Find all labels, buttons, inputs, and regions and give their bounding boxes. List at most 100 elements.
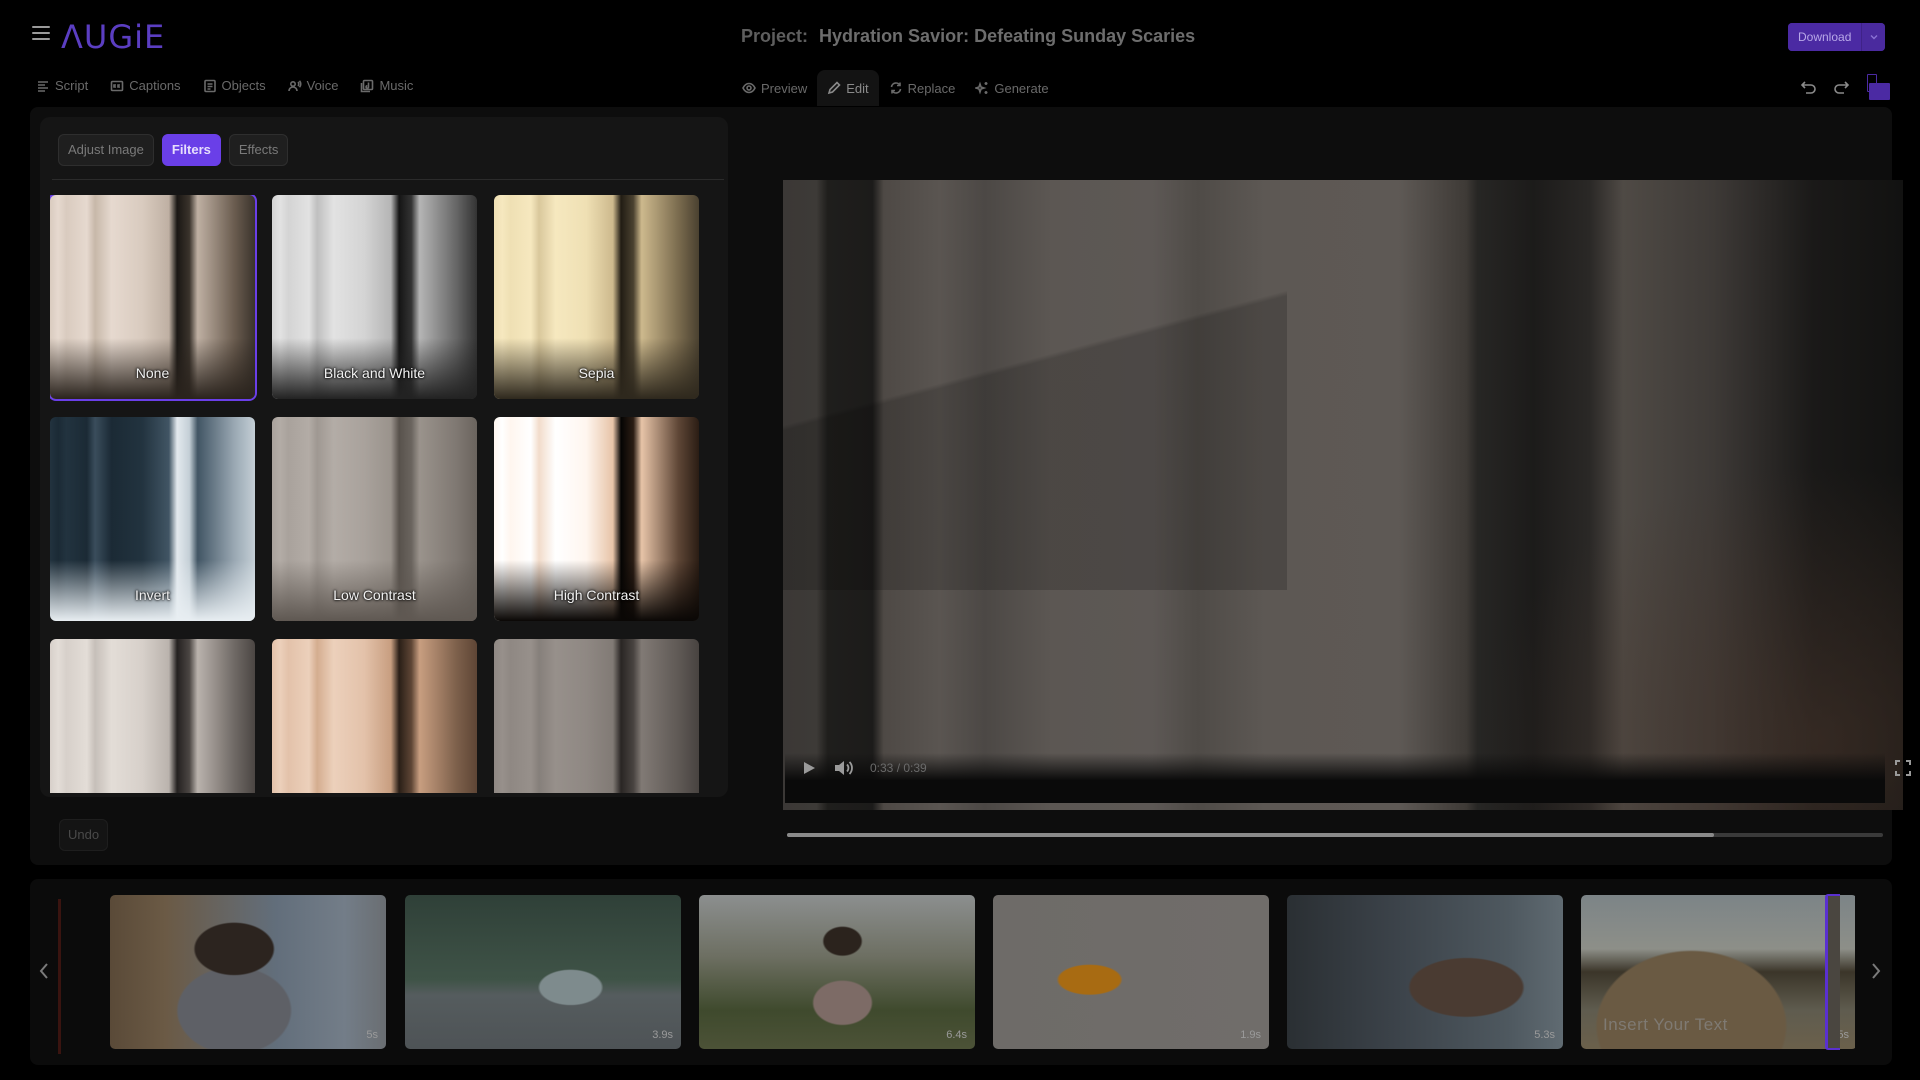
nav-edit[interactable]: Edit [817, 70, 879, 106]
script-icon [38, 80, 48, 92]
filter-option-8[interactable] [272, 639, 477, 793]
timeline-start-marker [58, 899, 61, 1054]
voice-icon [287, 79, 302, 91]
panel-tabs: Adjust Image Filters Effects [58, 134, 289, 166]
filter-invert[interactable]: Invert [50, 417, 255, 621]
app-logo[interactable]: ΛUGiE [61, 18, 165, 56]
download-button[interactable]: Download [1788, 23, 1862, 51]
redo-button[interactable] [1832, 78, 1850, 96]
filter-label: Black and White [323, 365, 426, 381]
tabs-divider [52, 179, 724, 180]
filter-grid[interactable]: None Black and White Sepia Invert Low Co… [50, 195, 730, 793]
replace-icon [890, 82, 901, 94]
nav-objects-label: Objects [221, 78, 266, 93]
video-frame[interactable] [783, 180, 1903, 810]
undo-icon [1800, 81, 1816, 94]
nav-music[interactable]: Music [360, 78, 413, 93]
filter-option-9[interactable] [494, 639, 699, 793]
clip-text-overlay: Insert Your Text [1603, 1015, 1728, 1034]
asset-nav: Script Captions Objects Voice Music [36, 78, 413, 93]
top-bar: ΛUGiE Project: Hydration Savior: Defeati… [0, 0, 1920, 108]
tab-filters[interactable]: Filters [161, 134, 221, 166]
download-button-group: Download [1788, 23, 1886, 51]
nav-music-label: Music [379, 78, 414, 93]
clip-5[interactable]: 5.3s [1287, 895, 1563, 1049]
download-options-button[interactable] [1861, 23, 1886, 51]
player-controls: 0:33 / 0:39 [785, 753, 1911, 803]
timeline-prev-button[interactable] [36, 959, 52, 983]
filter-thumbnail [494, 639, 699, 793]
music-icon [361, 79, 374, 92]
filter-label: Low Contrast [333, 587, 416, 603]
volume-button[interactable] [833, 758, 855, 778]
clip-list: 5s 3.9s 6.4s 1.9s 5.3s Insert Your Text … [80, 895, 1855, 1051]
eye-icon [742, 82, 756, 94]
timeline-next-button[interactable] [1868, 959, 1884, 983]
nav-voice-label: Voice [306, 78, 339, 93]
tab-effects[interactable]: Effects [228, 134, 289, 166]
chevron-down-icon [1870, 35, 1878, 40]
clip-duration: 3.9s [652, 1029, 673, 1041]
clip-duration: 5.3s [1534, 1029, 1555, 1041]
filter-label: Sepia [578, 365, 615, 381]
clip-timeline: 5s 3.9s 6.4s 1.9s 5.3s Insert Your Text … [30, 879, 1892, 1065]
nav-objects[interactable]: Objects [203, 78, 266, 93]
filter-thumbnail [272, 639, 477, 793]
time-readout: 0:33 / 0:39 [870, 761, 927, 775]
clip-6[interactable]: Insert Your Text 5.5s [1581, 895, 1855, 1049]
nav-replace[interactable]: Replace [879, 70, 966, 106]
clip-duration: 6.4s [946, 1029, 967, 1041]
filters-panel-body: Adjust Image Filters Effects None Black … [40, 117, 728, 797]
redo-icon [1834, 81, 1850, 94]
fullscreen-button[interactable] [1894, 759, 1912, 777]
nav-voice[interactable]: Voice [287, 78, 339, 93]
filter-low-contrast[interactable]: Low Contrast [272, 417, 477, 621]
nav-script-label: Script [55, 78, 89, 93]
video-preview: 0:33 / 0:39 [753, 117, 1911, 857]
clip-1[interactable]: 5s [110, 895, 386, 1049]
clip-7-partial[interactable] [1825, 894, 1840, 1050]
clip-duration: 1.9s [1240, 1029, 1261, 1041]
undo-button[interactable] [1800, 78, 1818, 96]
clip-4[interactable]: 1.9s [993, 895, 1269, 1049]
volume-icon [835, 761, 853, 775]
pencil-icon [828, 81, 841, 95]
filter-sepia[interactable]: Sepia [494, 195, 699, 399]
play-icon [804, 762, 815, 774]
captions-icon [110, 80, 124, 91]
filter-option-7[interactable] [50, 639, 255, 793]
menu-icon[interactable] [32, 26, 50, 40]
nav-generate[interactable]: Generate [965, 70, 1058, 106]
chevron-right-icon [1872, 963, 1881, 979]
nav-captions-label: Captions [129, 78, 181, 93]
clip-3[interactable]: 6.4s [699, 895, 975, 1049]
filters-panel: Adjust Image Filters Effects None Black … [40, 117, 728, 857]
nav-edit-label: Edit [846, 80, 869, 96]
project-title: Project: Hydration Savior: Defeating Sun… [741, 26, 1195, 47]
project-label: Project: [741, 26, 809, 46]
play-button[interactable] [801, 759, 817, 777]
filter-none[interactable]: None [50, 195, 257, 401]
nav-captions[interactable]: Captions [110, 78, 181, 93]
nav-script[interactable]: Script [36, 78, 88, 93]
aspect-ratio-button[interactable] [1864, 74, 1890, 100]
filter-label: High Contrast [553, 587, 640, 603]
filter-black-and-white[interactable]: Black and White [272, 195, 477, 399]
project-name[interactable]: Hydration Savior: Defeating Sunday Scari… [819, 26, 1195, 46]
filter-high-contrast[interactable]: High Contrast [494, 417, 699, 621]
objects-icon [203, 79, 216, 92]
clip-2[interactable]: 3.9s [405, 895, 681, 1049]
edit-toolbar [1800, 74, 1890, 100]
edit-workspace: Adjust Image Filters Effects None Black … [30, 107, 1911, 865]
sparkle-icon [975, 81, 988, 95]
clip-duration: 5s [366, 1029, 378, 1041]
nav-preview-label: Preview [761, 80, 808, 96]
nav-generate-label: Generate [994, 80, 1049, 96]
seek-bar[interactable] [787, 833, 1883, 837]
undo-filter-button[interactable]: Undo [59, 819, 109, 851]
tab-adjust-image[interactable]: Adjust Image [58, 134, 154, 166]
fullscreen-icon [1895, 760, 1911, 776]
nav-preview[interactable]: Preview [732, 70, 817, 106]
filter-thumbnail [50, 639, 255, 793]
seek-bar-progress [787, 833, 1715, 837]
